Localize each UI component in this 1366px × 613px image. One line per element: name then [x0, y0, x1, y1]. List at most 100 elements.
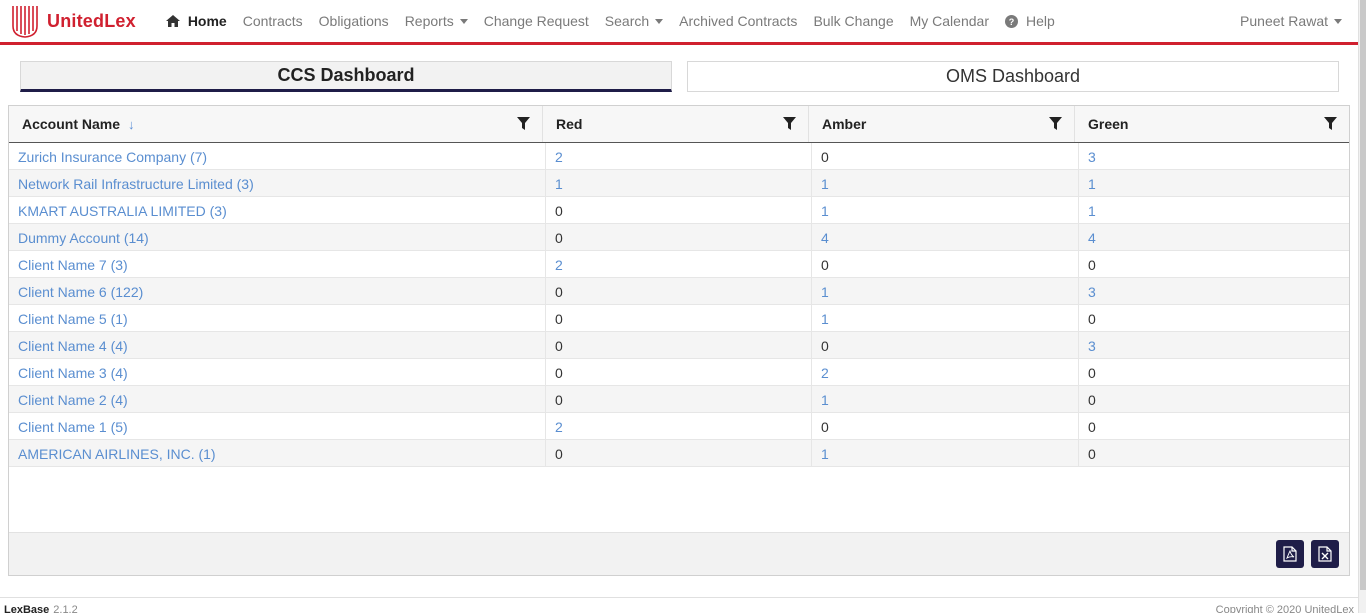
account-name-link[interactable]: KMART AUSTRALIA LIMITED (3): [9, 197, 546, 224]
table-row: Network Rail Infrastructure Limited (3) 1…: [9, 170, 1349, 197]
footer-copyright: Copyright © 2020 UnitedLex: [1215, 604, 1354, 613]
table-row: KMART AUSTRALIA LIMITED (3) 0 1 1: [9, 197, 1349, 224]
product-name: LexBase: [4, 604, 50, 613]
nav-obligations-label: Obligations: [318, 13, 389, 29]
count-cell-red: 0: [546, 305, 812, 332]
brand[interactable]: UnitedLex: [11, 0, 136, 42]
nav-home[interactable]: Home: [165, 13, 227, 29]
column-header-label: Amber: [822, 116, 867, 132]
user-menu[interactable]: Puneet Rawat: [1240, 0, 1342, 42]
nav-reports-dropdown[interactable]: Reports: [405, 13, 468, 29]
count-cell-red: 0: [546, 224, 812, 251]
count-cell-amber[interactable]: 1: [812, 440, 1079, 467]
count-cell-green[interactable]: 4: [1079, 224, 1349, 251]
svg-text:?: ?: [1009, 17, 1015, 27]
nav-change-request[interactable]: Change Request: [484, 13, 589, 29]
count-cell-red[interactable]: 2: [546, 413, 812, 440]
sort-descending-icon[interactable]: ↓: [128, 117, 135, 132]
count-cell-green: 0: [1088, 310, 1096, 327]
excel-export-icon: [1318, 546, 1332, 562]
nav-calendar-label: My Calendar: [909, 13, 989, 29]
help-icon: ?: [1004, 14, 1018, 28]
brand-name: UnitedLex: [47, 10, 136, 31]
count-cell-red: 0: [546, 440, 812, 467]
count-cell-green: 0: [1088, 418, 1096, 435]
count-cell-amber: 0: [812, 251, 1079, 278]
count-cell-red[interactable]: 2: [546, 251, 812, 278]
home-icon: [165, 15, 180, 27]
count-cell-green[interactable]: 3: [1079, 332, 1349, 359]
table-row: Zurich Insurance Company (7) 2 0 3: [9, 143, 1349, 170]
page-scrollbar[interactable]: [1358, 0, 1366, 613]
account-status-grid: Account Name ↓ Red Amber Green Zurich In…: [8, 105, 1350, 576]
table-row: Client Name 7 (3) 2 0 0: [9, 251, 1349, 278]
account-name-link[interactable]: Client Name 7 (3): [9, 251, 546, 278]
account-name-link[interactable]: Client Name 2 (4): [9, 386, 546, 413]
count-cell-red: 0: [546, 386, 812, 413]
column-header-red[interactable]: Red: [543, 106, 809, 142]
account-name-link[interactable]: Client Name 1 (5): [9, 413, 546, 440]
account-name-link[interactable]: Client Name 4 (4): [9, 332, 546, 359]
count-cell-amber[interactable]: 4: [812, 224, 1079, 251]
nav-contracts[interactable]: Contracts: [243, 13, 303, 29]
count-cell-green[interactable]: 3: [1079, 278, 1349, 305]
account-name-link[interactable]: Client Name 5 (1): [9, 305, 546, 332]
nav-obligations[interactable]: Obligations: [319, 13, 389, 29]
column-header-label: Red: [556, 116, 583, 132]
grid-footer: [9, 532, 1349, 575]
table-row: Client Name 5 (1) 0 1 0: [9, 305, 1349, 332]
count-cell-amber[interactable]: 1: [812, 170, 1079, 197]
nav-bulk-change[interactable]: Bulk Change: [813, 13, 893, 29]
table-row: Client Name 6 (122) 0 1 3: [9, 278, 1349, 305]
account-name-link[interactable]: Client Name 3 (4): [9, 359, 546, 386]
nav-archived-contracts[interactable]: Archived Contracts: [679, 13, 797, 29]
nav-my-calendar[interactable]: My Calendar: [910, 13, 989, 29]
count-cell-amber: 0: [812, 413, 1079, 440]
nav-help[interactable]: ? Help: [1004, 13, 1055, 29]
count-cell-amber[interactable]: 1: [812, 386, 1079, 413]
column-header-account-name[interactable]: Account Name ↓: [9, 106, 543, 142]
column-header-label: Account Name: [22, 116, 121, 132]
account-name-link[interactable]: AMERICAN AIRLINES, INC. (1): [9, 440, 546, 467]
count-cell-amber[interactable]: 1: [812, 278, 1079, 305]
table-row: Client Name 2 (4) 0 1 0: [9, 386, 1349, 413]
user-name: Puneet Rawat: [1240, 13, 1328, 29]
filter-icon[interactable]: [1049, 117, 1062, 130]
account-name-link[interactable]: Client Name 6 (122): [9, 278, 546, 305]
account-name-link[interactable]: Network Rail Infrastructure Limited (3): [9, 170, 546, 197]
filter-icon[interactable]: [517, 117, 530, 130]
nav-archived-label: Archived Contracts: [679, 13, 798, 29]
count-cell-red[interactable]: 1: [546, 170, 812, 197]
pdf-export-icon: [1283, 546, 1297, 562]
tab-oms-dashboard[interactable]: OMS Dashboard: [687, 61, 1339, 92]
count-cell-red: 0: [546, 197, 812, 224]
column-header-green[interactable]: Green: [1075, 106, 1349, 142]
nav-search-dropdown[interactable]: Search: [605, 13, 664, 29]
account-name-link[interactable]: Dummy Account (14): [9, 224, 546, 251]
export-pdf-button[interactable]: [1276, 540, 1304, 568]
product-version: 2.1.2: [53, 604, 78, 613]
count-cell-green[interactable]: 1: [1079, 197, 1349, 224]
tab-ccs-dashboard[interactable]: CCS Dashboard: [20, 61, 672, 92]
column-header-label: Green: [1088, 116, 1129, 132]
count-cell-amber: 0: [812, 332, 1079, 359]
filter-icon[interactable]: [1324, 117, 1337, 130]
chevron-down-icon: [1334, 18, 1342, 24]
export-excel-button[interactable]: [1311, 540, 1339, 568]
column-header-amber[interactable]: Amber: [809, 106, 1075, 142]
count-cell-red: 0: [546, 332, 812, 359]
count-cell-amber[interactable]: 1: [812, 305, 1079, 332]
count-cell-green: 0: [1088, 364, 1096, 381]
count-cell-red[interactable]: 2: [546, 143, 812, 170]
count-cell-amber[interactable]: 2: [812, 359, 1079, 386]
count-cell-green: 0: [1088, 391, 1096, 408]
scrollbar-thumb[interactable]: [1360, 0, 1366, 590]
table-row: Client Name 3 (4) 0 2 0: [9, 359, 1349, 386]
count-cell-amber[interactable]: 1: [812, 197, 1079, 224]
filter-icon[interactable]: [783, 117, 796, 130]
count-cell-green[interactable]: 1: [1079, 170, 1349, 197]
nav-contracts-label: Contracts: [242, 13, 303, 29]
account-name-link[interactable]: Zurich Insurance Company (7): [9, 143, 546, 170]
table-row: AMERICAN AIRLINES, INC. (1) 0 1 0: [9, 440, 1349, 467]
count-cell-green[interactable]: 3: [1079, 143, 1349, 170]
